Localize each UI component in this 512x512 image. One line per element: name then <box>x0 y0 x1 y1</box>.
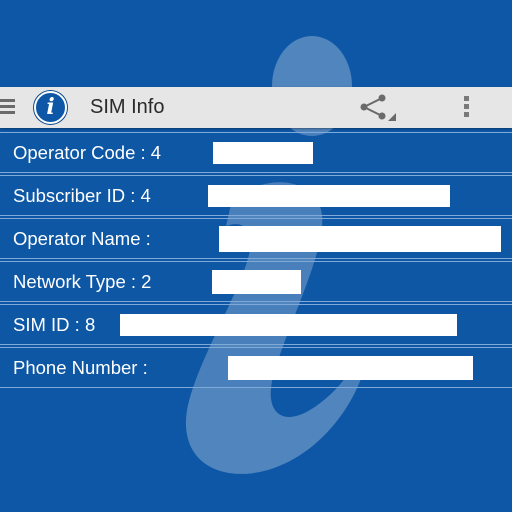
phone-number-label: Phone Number : <box>13 357 148 378</box>
app-toolbar: i SIM Info <box>0 87 512 128</box>
operator-name-label: Operator Name : <box>13 228 151 249</box>
list-item-subscriber-id[interactable]: Subscriber ID : 4 <box>0 175 512 216</box>
menu-icon[interactable] <box>0 99 15 115</box>
operator-code-redacted-value <box>213 142 313 164</box>
subscriber-id-label: Subscriber ID : 4 <box>13 185 151 206</box>
operator-name-redacted-value <box>219 226 501 252</box>
phone-number-redacted-value <box>228 356 473 380</box>
network-type-redacted-value <box>212 270 301 294</box>
operator-code-label: Operator Code : 4 <box>13 142 162 163</box>
sim-info-list: Operator Code : 4 Subscriber ID : 4 Oper… <box>0 132 512 390</box>
sim-id-label: SIM ID : 8 <box>13 314 96 335</box>
network-type-label: Network Type : 2 <box>13 271 152 292</box>
overflow-menu-icon[interactable] <box>459 96 473 120</box>
subscriber-id-redacted-value <box>208 185 450 207</box>
list-item-sim-id[interactable]: SIM ID : 8 <box>0 304 512 345</box>
app-logo-icon: i <box>34 91 67 124</box>
list-item-operator-name[interactable]: Operator Name : <box>0 218 512 259</box>
share-icon[interactable] <box>356 93 400 123</box>
list-item-phone-number[interactable]: Phone Number : <box>0 347 512 388</box>
list-item-operator-code[interactable]: Operator Code : 4 <box>0 132 512 173</box>
app-title: SIM Info <box>90 96 165 118</box>
list-item-network-type[interactable]: Network Type : 2 <box>0 261 512 302</box>
sim-id-redacted-value <box>120 314 457 336</box>
